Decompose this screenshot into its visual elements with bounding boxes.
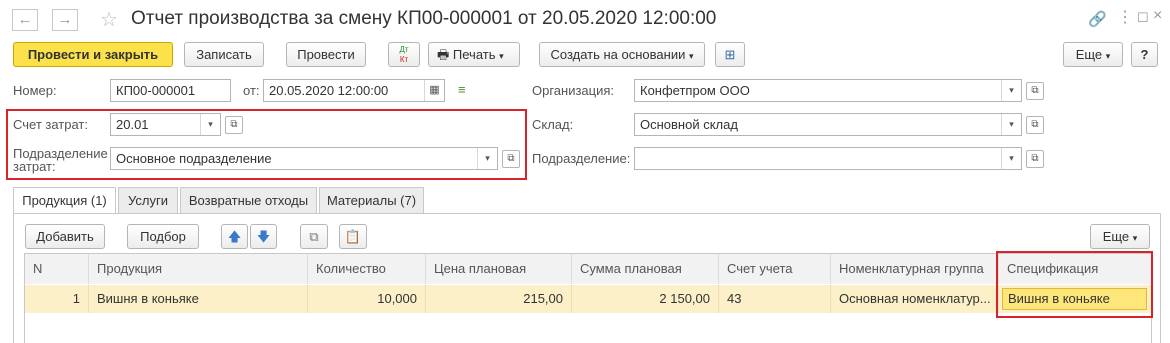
- dt-kt-button[interactable]: Дт Кт: [388, 42, 420, 67]
- more-vertical-icon[interactable]: ⋮: [1117, 7, 1133, 27]
- chevron-down-icon: ▾: [1105, 51, 1111, 61]
- cell-quantity[interactable]: 10,000: [308, 285, 426, 313]
- column-header-planned-price[interactable]: Цена плановая: [426, 254, 572, 284]
- move-up-button[interactable]: 🡅: [221, 224, 248, 249]
- copy-icon: ⧉: [309, 229, 319, 244]
- chevron-down-icon[interactable]: ▾: [1001, 114, 1021, 135]
- column-header-planned-sum[interactable]: Сумма плановая: [572, 254, 719, 284]
- tab-products[interactable]: Продукция (1): [13, 187, 116, 214]
- department-label: Подразделение:: [532, 151, 631, 166]
- number-field[interactable]: КП00-000001: [110, 79, 231, 102]
- forward-button[interactable]: →: [52, 9, 78, 31]
- column-header-account[interactable]: Счет учета: [719, 254, 831, 284]
- back-button[interactable]: ←: [12, 9, 38, 31]
- chevron-down-icon: ▾: [499, 51, 504, 61]
- post-and-close-button[interactable]: Провести и закрыть: [13, 42, 173, 67]
- close-icon[interactable]: ×: [1153, 7, 1162, 25]
- pick-button[interactable]: Подбор: [127, 224, 199, 249]
- highlight-cost-fields: [6, 109, 527, 180]
- chevron-down-icon[interactable]: ▾: [1001, 148, 1021, 169]
- open-warehouse-button[interactable]: ⧉: [1026, 116, 1044, 134]
- clipboard-icon: 📋: [344, 229, 362, 244]
- department-field[interactable]: ▾: [634, 147, 1022, 170]
- number-label: Номер:: [13, 83, 57, 98]
- date-field[interactable]: 20.05.2020 12:00:00 ▦: [263, 79, 445, 102]
- window-title: Отчет производства за смену КП00-000001 …: [131, 8, 717, 29]
- date-label: от:: [243, 83, 260, 98]
- column-header-quantity[interactable]: Количество: [308, 254, 426, 284]
- cell-account[interactable]: 43: [719, 285, 831, 313]
- calendar-icon[interactable]: ▦: [424, 80, 444, 101]
- favorite-star-icon[interactable]: ☆: [100, 7, 118, 32]
- cell-nomenclature-group[interactable]: Основная номенклатур...: [831, 285, 999, 313]
- chevron-down-icon[interactable]: ▾: [1001, 80, 1021, 101]
- column-header-product[interactable]: Продукция: [89, 254, 308, 284]
- printer-icon: 🖶: [437, 47, 450, 62]
- accounting-note-icon[interactable]: ≡: [458, 82, 466, 97]
- highlight-specification: [996, 251, 1153, 318]
- arrow-up-icon: 🡅: [227, 229, 242, 244]
- open-icon: ⧉: [1031, 119, 1039, 130]
- add-button[interactable]: Добавить: [25, 224, 105, 249]
- tab-services[interactable]: Услуги: [118, 187, 178, 213]
- warehouse-label: Склад:: [532, 117, 574, 132]
- warehouse-field[interactable]: Основной склад ▾: [634, 113, 1022, 136]
- structure-icon: ⊞: [724, 47, 736, 62]
- cell-planned-sum[interactable]: 2 150,00: [572, 285, 719, 313]
- print-button[interactable]: 🖶 Печать ▾: [428, 42, 520, 67]
- create-based-on-button[interactable]: Создать на основании ▾: [539, 42, 705, 67]
- organization-field[interactable]: Конфетпром ООО ▾: [634, 79, 1022, 102]
- link-icon[interactable]: 🔗: [1088, 10, 1107, 28]
- tab-materials[interactable]: Материалы (7): [319, 187, 424, 213]
- cell-planned-price[interactable]: 215,00: [426, 285, 572, 313]
- arrow-left-icon: ←: [17, 11, 33, 28]
- save-button[interactable]: Записать: [184, 42, 264, 67]
- arrow-down-icon: 🡇: [256, 229, 271, 244]
- open-icon: ⧉: [1031, 85, 1039, 96]
- table-more-button[interactable]: Еще ▾: [1090, 224, 1150, 249]
- paste-row-button[interactable]: 📋: [339, 224, 367, 249]
- open-organization-button[interactable]: ⧉: [1026, 82, 1044, 100]
- help-button[interactable]: ?: [1131, 42, 1158, 67]
- arrow-right-icon: →: [57, 11, 73, 28]
- chevron-down-icon: ▾: [1132, 233, 1138, 243]
- copy-row-button[interactable]: ⧉: [300, 224, 328, 249]
- column-header-nomenclature-group[interactable]: Номенклатурная группа: [831, 254, 999, 284]
- more-button[interactable]: Еще ▾: [1063, 42, 1123, 67]
- maximize-icon[interactable]: ☐: [1137, 10, 1149, 26]
- tab-returnable-waste[interactable]: Возвратные отходы: [180, 187, 317, 213]
- structure-button[interactable]: ⊞: [715, 42, 745, 67]
- open-icon: ⧉: [1031, 153, 1039, 164]
- cell-n[interactable]: 1: [25, 285, 89, 313]
- cell-product[interactable]: Вишня в коньяке: [89, 285, 308, 313]
- organization-label: Организация:: [532, 83, 615, 98]
- chevron-down-icon: ▾: [688, 51, 694, 61]
- column-header-n[interactable]: N: [25, 254, 89, 284]
- open-department-button[interactable]: ⧉: [1026, 150, 1044, 168]
- post-button[interactable]: Провести: [286, 42, 366, 67]
- move-down-button[interactable]: 🡇: [250, 224, 277, 249]
- dt-kt-icon: Дт Кт: [399, 45, 409, 64]
